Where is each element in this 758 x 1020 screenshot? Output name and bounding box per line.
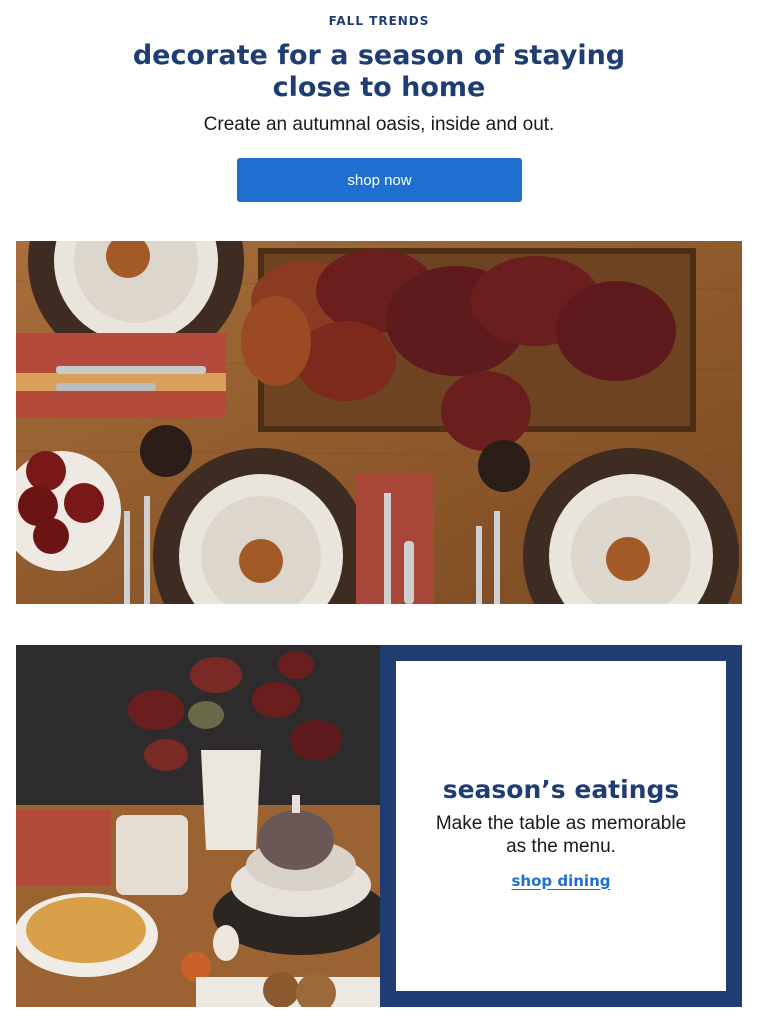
- dining-image[interactable]: [16, 645, 380, 1007]
- hero-illustration: [16, 241, 742, 604]
- headline-line-1: decorate for a season of staying: [132, 40, 626, 71]
- promo-body: Make the table as memorable as the menu.: [435, 812, 687, 857]
- shop-dining-link[interactable]: shop dining: [512, 872, 611, 890]
- page-headline: decorate for a season of staying close t…: [0, 40, 758, 104]
- hero-image-fall-table[interactable]: [16, 241, 742, 604]
- promo-title: season’s eatings: [442, 774, 680, 804]
- subheadline: Create an autumnal oasis, inside and out…: [203, 114, 555, 135]
- shop-now-button[interactable]: shop now: [237, 158, 522, 202]
- promo-card-frame: season’s eatings Make the table as memor…: [380, 645, 742, 1007]
- eyebrow-label: FALL TRENDS: [328, 14, 430, 28]
- dining-illustration: [16, 645, 380, 1007]
- promo-card: season’s eatings Make the table as memor…: [396, 661, 726, 991]
- headline-line-2: close to home: [272, 72, 486, 103]
